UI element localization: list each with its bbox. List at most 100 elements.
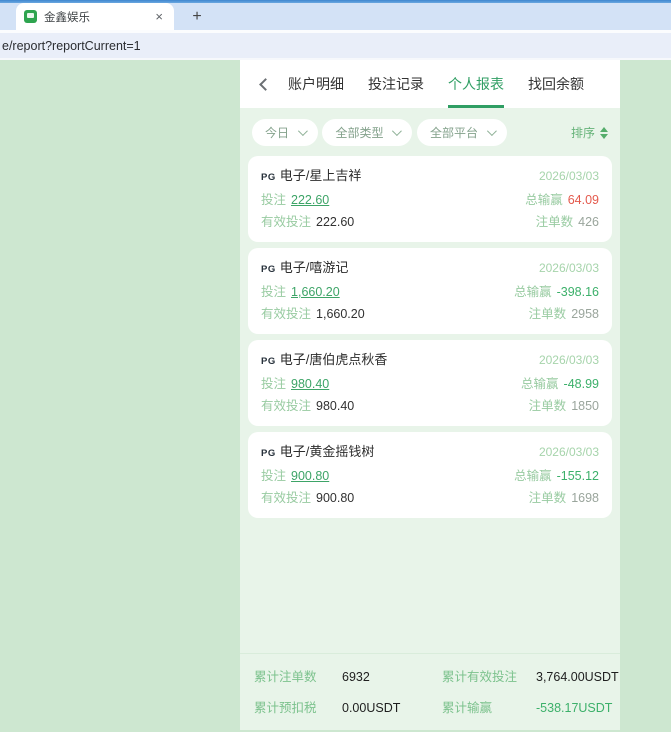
- summary-label: 累计注单数: [254, 670, 317, 684]
- winloss-cell: 总输赢 -155.12: [514, 465, 599, 487]
- winloss-label: 总输赢: [521, 377, 559, 391]
- valid-bet-label: 有效投注: [261, 399, 312, 413]
- sort-arrows-icon: [600, 126, 608, 139]
- count-value: 1698: [571, 491, 599, 505]
- winloss-label: 总输赢: [525, 193, 563, 207]
- count-label: 注单数: [535, 215, 574, 229]
- summary-value: 6932: [342, 670, 370, 684]
- tab-找回余额[interactable]: 找回余额: [528, 60, 584, 108]
- game-name: 电子/嘻游记: [279, 260, 349, 275]
- back-button[interactable]: [252, 60, 278, 108]
- provider-logo: PG: [261, 172, 276, 183]
- card-row-valid: 有效投注 1,660.20 注单数 2958: [261, 303, 599, 325]
- card-date: 2026/03/03: [538, 261, 599, 275]
- count-cell: 注单数 1698: [529, 487, 599, 509]
- card-row-bet: 投注 222.60 总输赢 64.09: [261, 189, 599, 211]
- report-card[interactable]: PG 电子/嘻游记 2026/03/03 投注 1,660.20 总输赢 -398.16 有效…: [248, 248, 612, 334]
- browser-tab[interactable]: 金鑫娱乐 ×: [16, 3, 174, 30]
- game-name: 电子/黄金摇钱树: [279, 444, 375, 459]
- tab-账户明细[interactable]: 账户明细: [288, 60, 344, 108]
- count-label: 注单数: [528, 399, 567, 413]
- card-row-valid: 有效投注 900.80 注单数 1698: [261, 487, 599, 509]
- card-row-title: PG 电子/星上吉祥 2026/03/03: [261, 165, 599, 189]
- card-row-bet: 投注 900.80 总输赢 -155.12: [261, 465, 599, 487]
- bet-amount-link[interactable]: 1,660.20: [291, 285, 340, 299]
- count-value: 426: [578, 215, 599, 229]
- game-name: 电子/星上吉祥: [279, 168, 362, 183]
- card-row-valid: 有效投注 222.60 注单数 426: [261, 211, 599, 233]
- sort-label: 排序: [570, 126, 595, 140]
- valid-bet-value: 1,660.20: [316, 307, 365, 321]
- screen: 金鑫娱乐 × + e/report?reportCurrent=1 账户明细 投注…: [0, 0, 671, 732]
- card-date: 2026/03/03: [538, 445, 599, 459]
- summary-footer: 累计注单数 6932 累计有效投注 3,764.00USDT 累计预扣税 0.00USDT…: [240, 653, 620, 730]
- report-card[interactable]: PG 电子/黄金摇钱树 2026/03/03 投注 900.80 总输赢 -155.12 有效…: [248, 432, 612, 518]
- provider-logo: PG: [261, 448, 276, 459]
- card-row-bet: 投注 1,660.20 总输赢 -398.16: [261, 281, 599, 303]
- bet-amount-link[interactable]: 980.40: [291, 377, 329, 391]
- tab-close-icon[interactable]: ×: [152, 9, 166, 24]
- count-cell: 注单数 2958: [529, 303, 599, 325]
- card-row-bet: 投注 980.40 总输赢 -48.99: [261, 373, 599, 395]
- provider-logo: PG: [261, 264, 276, 275]
- valid-bet-value: 222.60: [316, 215, 355, 229]
- bet-label: 投注: [261, 193, 287, 207]
- winloss-label: 总输赢: [514, 285, 552, 299]
- page-background: 账户明细 投注记录 个人报表 找回余额 今日 全部类型 全部平台 排序 PG 电子/星上…: [0, 60, 671, 730]
- summary-label: 累计预扣税: [254, 701, 317, 715]
- bet-amount-link[interactable]: 900.80: [291, 469, 329, 483]
- winloss-cell: 总输赢 -48.99: [521, 373, 599, 395]
- url-text[interactable]: e/report?reportCurrent=1: [0, 39, 141, 53]
- report-body: 今日 全部类型 全部平台 排序 PG 电子/星上吉祥 2026/03/03 投注 222…: [240, 108, 620, 730]
- chevron-down-icon: [297, 126, 308, 137]
- tab-title: 金鑫娱乐: [44, 11, 90, 24]
- tab-个人报表[interactable]: 个人报表: [448, 60, 504, 108]
- bet-label: 投注: [261, 285, 287, 299]
- card-date: 2026/03/03: [538, 353, 599, 367]
- game-title: PG 电子/唐伯虎点秋香: [261, 349, 387, 373]
- report-header: 账户明细 投注记录 个人报表 找回余额: [240, 60, 620, 108]
- bet-label: 投注: [261, 469, 287, 483]
- game-name: 电子/唐伯虎点秋香: [279, 352, 388, 367]
- card-row-title: PG 电子/嘻游记 2026/03/03: [261, 257, 599, 281]
- valid-bet-label: 有效投注: [261, 307, 312, 321]
- report-nav-tabs: 账户明细 投注记录 个人报表 找回余额: [288, 60, 584, 108]
- game-title: PG 电子/黄金摇钱树: [261, 441, 374, 465]
- card-row-title: PG 电子/黄金摇钱树 2026/03/03: [261, 441, 599, 465]
- count-value: 2958: [571, 307, 599, 321]
- count-value: 1850: [571, 399, 599, 413]
- bet-amount-link[interactable]: 222.60: [291, 193, 329, 207]
- new-tab-button[interactable]: +: [186, 6, 208, 28]
- valid-bet-cell: 有效投注 222.60: [261, 211, 354, 233]
- report-card[interactable]: PG 电子/星上吉祥 2026/03/03 投注 222.60 总输赢 64.09 有效投注 2…: [248, 156, 612, 242]
- filter-pill-label: 全部类型: [335, 126, 384, 140]
- count-cell: 注单数 426: [536, 211, 599, 233]
- filter-pill-全部类型[interactable]: 全部类型: [322, 119, 413, 146]
- winloss-cell: 总输赢 64.09: [525, 189, 599, 211]
- site-favicon-icon: [24, 10, 37, 23]
- valid-bet-value: 900.80: [316, 491, 355, 505]
- report-card-list: PG 电子/星上吉祥 2026/03/03 投注 222.60 总输赢 64.09 有效投注 2…: [240, 156, 620, 653]
- winloss-label: 总输赢: [514, 469, 552, 483]
- bet-cell: 投注 980.40: [261, 373, 329, 395]
- sort-button[interactable]: 排序: [571, 124, 608, 141]
- filter-pill-今日[interactable]: 今日: [252, 119, 319, 146]
- chevron-down-icon: [392, 126, 403, 137]
- chevron-left-icon: [258, 77, 272, 91]
- filter-pill-全部平台[interactable]: 全部平台: [416, 119, 507, 146]
- report-card[interactable]: PG 电子/唐伯虎点秋香 2026/03/03 投注 980.40 总输赢 -48.99 有效…: [248, 340, 612, 426]
- winloss-value: -398.16: [556, 285, 599, 299]
- valid-bet-value: 980.40: [316, 399, 355, 413]
- provider-logo: PG: [261, 356, 276, 367]
- valid-bet-cell: 有效投注 980.40: [261, 395, 354, 417]
- game-title: PG 电子/嘻游记: [261, 257, 348, 281]
- winloss-cell: 总输赢 -398.16: [514, 281, 599, 303]
- winloss-value: -48.99: [563, 377, 599, 391]
- report-panel: 账户明细 投注记录 个人报表 找回余额 今日 全部类型 全部平台 排序 PG 电子/星上…: [240, 60, 620, 730]
- count-label: 注单数: [528, 491, 567, 505]
- tab-投注记录[interactable]: 投注记录: [368, 60, 424, 108]
- address-bar[interactable]: e/report?reportCurrent=1: [0, 33, 671, 60]
- valid-bet-label: 有效投注: [261, 215, 312, 229]
- valid-bet-cell: 有效投注 900.80: [261, 487, 354, 509]
- card-row-title: PG 电子/唐伯虎点秋香 2026/03/03: [261, 349, 599, 373]
